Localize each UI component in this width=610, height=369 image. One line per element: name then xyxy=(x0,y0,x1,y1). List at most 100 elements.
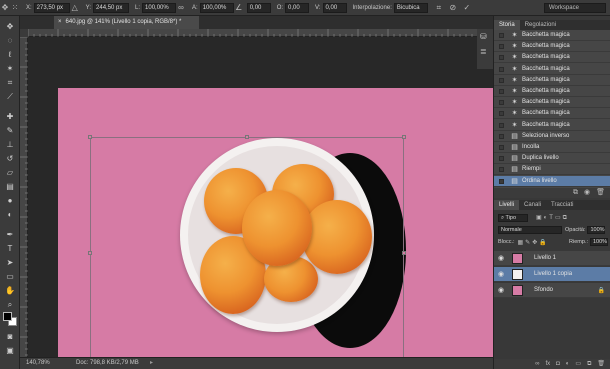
foreground-color-swatch[interactable] xyxy=(3,312,12,321)
history-source-checkbox[interactable] xyxy=(499,100,504,106)
document-tab[interactable]: × 640.jpg @ 141% (Livello 1 copia, RGB/8*… xyxy=(54,16,199,29)
history-item[interactable]: ✶ Bacchetta magica xyxy=(494,108,610,120)
history-item[interactable]: ▤ Ordina livello xyxy=(494,175,610,187)
free-transform-bounding-box[interactable] xyxy=(88,135,406,369)
move-tool-icon[interactable]: ✥ xyxy=(0,3,10,13)
gradient-tool-icon[interactable]: ▤ xyxy=(4,182,16,192)
vskew-field[interactable]: 0,00 xyxy=(322,2,347,13)
height-field[interactable]: 100,00% xyxy=(199,2,234,13)
tab-history[interactable]: Storia xyxy=(494,20,520,30)
quick-mask-icon[interactable]: ◙ xyxy=(4,332,16,342)
transform-handle[interactable] xyxy=(402,135,406,139)
tab-paths[interactable]: Tracciati xyxy=(546,200,578,210)
tab-channels[interactable]: Canali xyxy=(519,200,546,210)
link-icon[interactable]: ∞ xyxy=(176,3,186,13)
marquee-tool-icon[interactable]: ◌ xyxy=(4,36,16,46)
transform-handle[interactable] xyxy=(402,251,406,255)
status-menu-icon[interactable]: ▸ xyxy=(150,358,153,369)
zoom-tool-icon[interactable]: ⌕ xyxy=(4,300,16,310)
lock-options-icons[interactable]: ▦✎✥🔒 xyxy=(518,239,549,246)
history-item[interactable]: ▤ Duplica livello xyxy=(494,153,610,165)
angle-field[interactable]: 0,00 xyxy=(246,2,271,13)
blend-mode-select[interactable]: Normale xyxy=(498,226,562,234)
commit-transform-icon[interactable]: ✓ xyxy=(462,3,472,13)
healing-brush-tool-icon[interactable]: ✚ xyxy=(4,112,16,122)
eye-icon[interactable]: ◉ xyxy=(498,255,504,262)
history-item[interactable]: ▤ Riempi xyxy=(494,164,610,176)
history-item[interactable]: ✶ Bacchetta magica xyxy=(494,120,610,131)
type-tool-icon[interactable]: T xyxy=(4,244,16,254)
history-brush-tool-icon[interactable]: ↺ xyxy=(4,154,16,164)
layer-row[interactable]: ◉ Livello 1 xyxy=(494,251,610,266)
workspace-select[interactable]: Workspace xyxy=(544,3,606,13)
trash-icon[interactable]: 🗑 xyxy=(596,188,605,198)
history-item[interactable]: ✶ Bacchetta magica xyxy=(494,64,610,75)
history-item[interactable]: ▤ Seleziona inverso xyxy=(494,131,610,142)
link-layers-icon[interactable]: ∞ xyxy=(535,359,539,369)
relative-position-icon[interactable]: △ xyxy=(70,3,80,13)
layer-name[interactable]: Livello 1 copia xyxy=(534,267,572,282)
history-source-checkbox[interactable] xyxy=(499,145,504,150)
y-field[interactable]: 244,50 px xyxy=(93,2,130,13)
history-source-checkbox[interactable] xyxy=(499,55,504,61)
history-source-checkbox[interactable] xyxy=(499,122,504,128)
add-mask-icon[interactable]: ◘ xyxy=(556,359,560,369)
history-source-checkbox[interactable] xyxy=(499,44,504,50)
history-source-checkbox[interactable] xyxy=(499,33,504,38)
layer-name[interactable]: Sfondo xyxy=(534,283,553,298)
layer-filter-icons[interactable]: ▣◐T▭⧉ xyxy=(536,214,569,222)
layer-row[interactable]: ◉ Livello 1 copia xyxy=(494,267,610,282)
shape-tool-icon[interactable]: ▭ xyxy=(4,272,16,282)
history-source-checkbox[interactable] xyxy=(499,133,504,139)
magic-wand-tool-icon[interactable]: ✶ xyxy=(4,64,16,74)
layer-thumbnail[interactable] xyxy=(512,285,523,296)
document-size[interactable]: Doc: 798,8 KB/2,79 MB xyxy=(76,358,139,369)
transform-handle[interactable] xyxy=(88,135,92,139)
history-source-checkbox[interactable] xyxy=(499,156,504,162)
history-source-checkbox[interactable] xyxy=(499,178,504,184)
snapshot-icon[interactable]: ◉ xyxy=(584,188,590,198)
width-field[interactable]: 100,00% xyxy=(142,2,177,13)
x-field[interactable]: 273,50 px xyxy=(33,2,70,13)
tab-adjustments[interactable]: Regolazioni xyxy=(520,20,561,30)
close-icon[interactable]: × xyxy=(58,19,62,25)
document-canvas[interactable] xyxy=(58,88,496,369)
brush-tool-icon[interactable]: ✎ xyxy=(4,126,16,136)
history-source-checkbox[interactable] xyxy=(499,89,504,94)
history-item[interactable]: ✶ Bacchetta magica xyxy=(494,86,610,97)
pen-tool-icon[interactable]: ✒ xyxy=(4,230,16,240)
horizontal-ruler[interactable] xyxy=(27,29,493,37)
layer-thumbnail[interactable] xyxy=(512,253,523,264)
crop-tool-icon[interactable]: ⌗ xyxy=(4,78,16,88)
transform-handle[interactable] xyxy=(245,135,249,139)
lock-icon[interactable]: 🔒 xyxy=(598,287,605,294)
new-layer-icon[interactable]: ⧉ xyxy=(587,359,591,369)
lasso-tool-icon[interactable]: ℓ xyxy=(4,50,16,60)
history-item[interactable]: ✶ Bacchetta magica xyxy=(494,97,610,109)
pasteboard[interactable] xyxy=(28,37,496,369)
eye-icon[interactable]: ◉ xyxy=(498,287,504,294)
tab-layers[interactable]: Livelli xyxy=(494,200,520,210)
cancel-transform-icon[interactable]: ⊘ xyxy=(448,3,458,13)
hand-tool-icon[interactable]: ✋ xyxy=(4,286,16,296)
path-selection-tool-icon[interactable]: ➤ xyxy=(4,258,16,268)
transform-handle[interactable] xyxy=(88,251,92,255)
history-source-checkbox[interactable] xyxy=(499,167,504,173)
history-item[interactable]: ✶ Bacchetta magica xyxy=(494,52,610,64)
zoom-level[interactable]: 140,78% xyxy=(26,358,50,369)
layer-name[interactable]: Livello 1 xyxy=(534,251,556,266)
layer-row[interactable]: ◉ Sfondo 🔒 xyxy=(494,283,610,298)
trash-icon[interactable]: 🗑 xyxy=(597,359,605,369)
layer-kind-filter[interactable]: ⌕ Tipo xyxy=(498,214,528,222)
hskew-field[interactable]: 0,00 xyxy=(285,2,310,13)
interpolation-select[interactable]: Bicubica xyxy=(393,2,428,13)
history-source-checkbox[interactable] xyxy=(499,111,504,117)
opacity-field[interactable]: 100% xyxy=(587,226,606,234)
history-panel-icon[interactable]: ⛁ xyxy=(480,32,487,41)
screen-mode-icon[interactable]: ▣ xyxy=(4,346,16,356)
blur-tool-icon[interactable]: ● xyxy=(4,196,16,206)
history-item[interactable]: ✶ Bacchetta magica xyxy=(494,75,610,86)
properties-panel-icon[interactable]: ≣ xyxy=(480,47,487,56)
adjustment-layer-icon[interactable]: ◐ xyxy=(566,359,570,369)
history-source-checkbox[interactable] xyxy=(499,66,504,72)
